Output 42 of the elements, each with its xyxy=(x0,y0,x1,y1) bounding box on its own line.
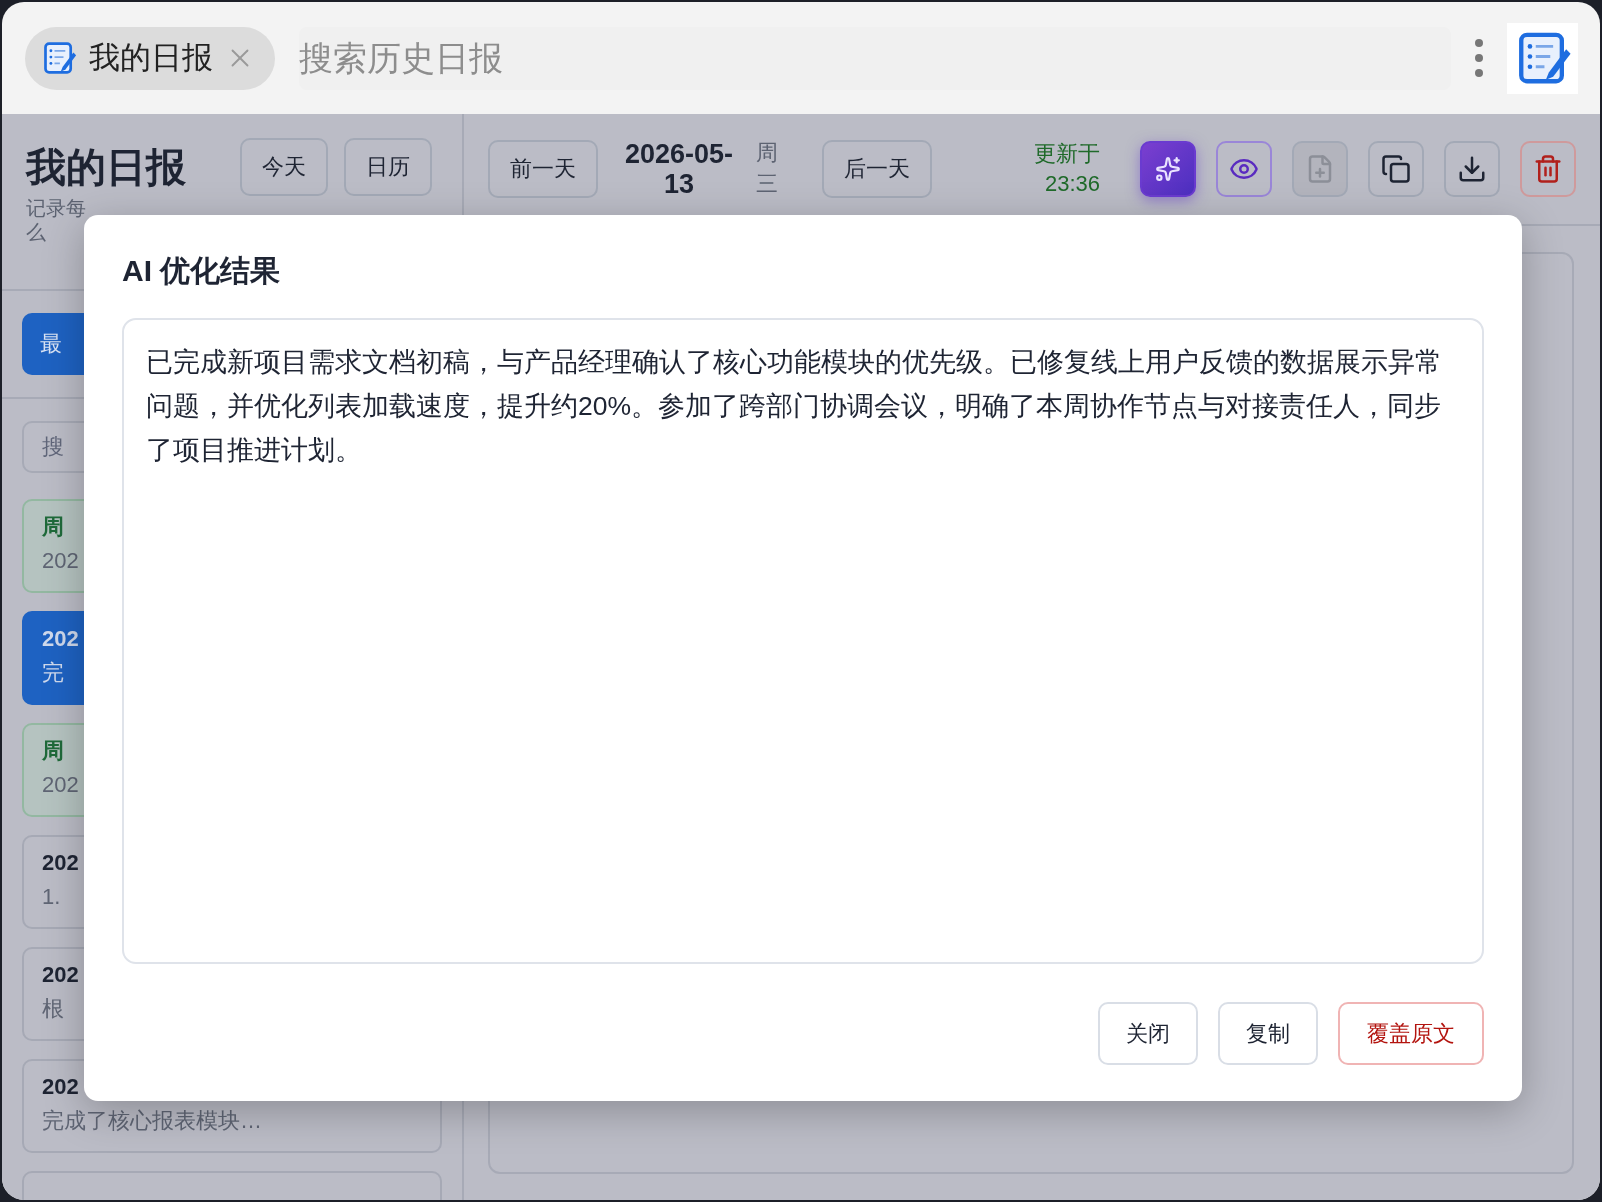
card-title: 202 xyxy=(42,849,80,877)
tab-title: 我的日报 xyxy=(89,39,213,77)
card-preview: 根 xyxy=(42,995,65,1023)
download-icon xyxy=(1457,154,1487,184)
card-preview: 完 xyxy=(42,659,65,687)
app-title: 我的日报 xyxy=(26,143,186,191)
result-text-box[interactable]: 已完成新项目需求文档初稿，与产品经理确认了核心功能模块的优先级。已修复线上用户反馈的数据展示异常问题，并优化列表加载速度，提升约20%。参加了跨部门协调会议，明确了本周协作节点与对接责任人，同步了项目推进计划。 xyxy=(122,318,1484,964)
card-preview: 202 xyxy=(42,547,80,575)
card-preview: 完成了核心报表模块… xyxy=(42,1107,263,1135)
card-title: 202 xyxy=(42,1073,80,1101)
trash-icon xyxy=(1533,154,1563,184)
notebook-icon xyxy=(41,40,77,76)
app-subtitle: 么 xyxy=(26,220,46,244)
card-preview: 1. xyxy=(42,883,62,911)
app-tab[interactable]: 我的日报 xyxy=(25,26,275,90)
next-day-button[interactable]: 后一天 xyxy=(822,140,932,198)
menu-button[interactable] xyxy=(1475,39,1483,77)
app-icon-tile[interactable] xyxy=(1507,22,1578,94)
preview-button[interactable] xyxy=(1216,141,1272,197)
card-title: 周 xyxy=(42,737,65,765)
app-subtitle: 记录每 xyxy=(26,196,86,220)
copy-button[interactable] xyxy=(1368,141,1424,197)
ai-button[interactable] xyxy=(1140,141,1196,197)
updated-time: 更新于 23:36 xyxy=(1033,140,1100,198)
weekday-text: 周三 xyxy=(756,139,778,198)
prev-day-button[interactable]: 前一天 xyxy=(488,140,598,198)
card-preview: 202 xyxy=(42,771,80,799)
dialog-button[interactable]: 复制 xyxy=(1218,1002,1318,1065)
card-title: 周 xyxy=(42,513,65,541)
nav-button[interactable]: 今天 xyxy=(240,138,328,196)
delete-button[interactable] xyxy=(1520,141,1576,197)
dialog-title: AI 优化结果 xyxy=(122,253,282,289)
sparkle-icon xyxy=(1155,156,1181,182)
download-button[interactable] xyxy=(1444,141,1500,197)
dialog-button[interactable]: 关闭 xyxy=(1098,1002,1198,1065)
copy-icon xyxy=(1381,154,1411,184)
date-text: 2026-05-13 xyxy=(623,139,735,199)
nav-button[interactable]: 日历 xyxy=(344,138,432,196)
card-title: 202 xyxy=(42,961,80,989)
card-title: 202 xyxy=(42,625,80,653)
more-icon xyxy=(1475,39,1483,77)
overwrite-button[interactable]: 覆盖原文 xyxy=(1338,1002,1484,1065)
